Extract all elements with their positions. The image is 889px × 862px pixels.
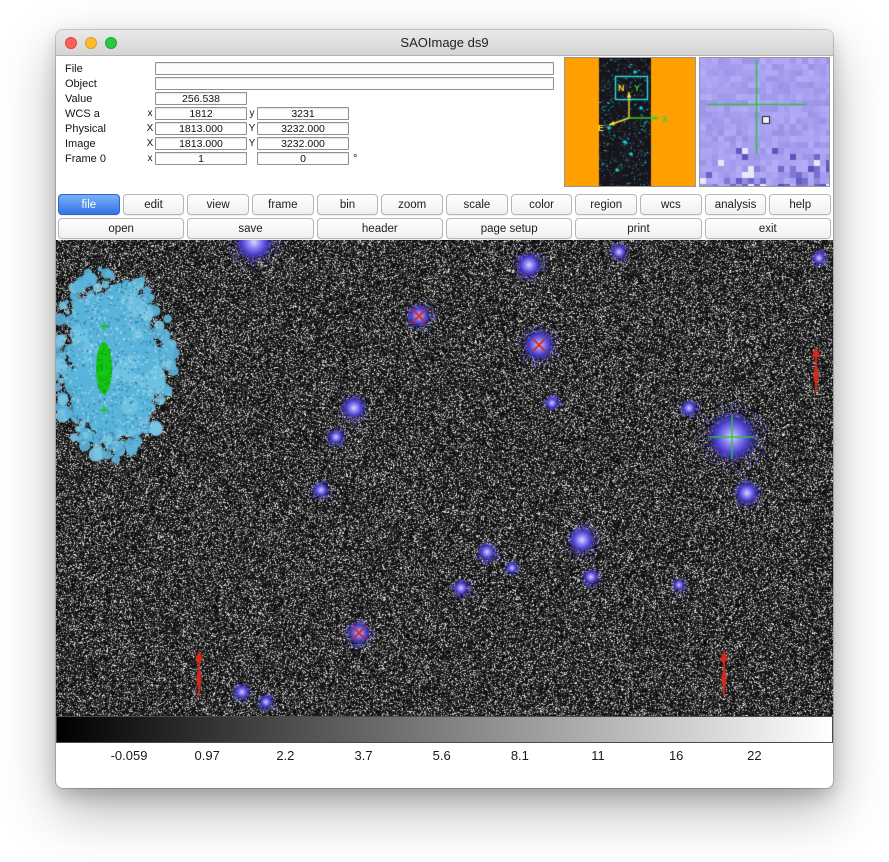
info-row: ImageX Y <box>65 136 554 151</box>
colorbar-tick-label: 2.2 <box>276 748 294 763</box>
colorbar-tick-label: 8.1 <box>511 748 529 763</box>
maximize-button[interactable] <box>105 37 117 49</box>
action-bar: opensaveheaderpage setupprintexit <box>56 216 833 240</box>
info-row: PhysicalX Y <box>65 121 554 136</box>
menu-wcs[interactable]: wcs <box>640 194 702 215</box>
menu-file[interactable]: file <box>58 194 120 215</box>
info-sublabel: Y <box>247 123 257 134</box>
info-field[interactable] <box>257 122 349 135</box>
menu-scale[interactable]: scale <box>446 194 508 215</box>
info-section: FileObjectValueWCS axyPhysicalXYImageXYF… <box>56 56 833 192</box>
menu-edit[interactable]: edit <box>123 194 185 215</box>
info-panel: FileObjectValueWCS axyPhysicalXYImageXYF… <box>65 61 554 166</box>
image-display[interactable] <box>56 240 833 716</box>
info-label: Value <box>65 93 145 105</box>
info-field[interactable] <box>155 62 554 75</box>
sky-canvas[interactable] <box>56 240 833 716</box>
colorbar-tick-label: 16 <box>669 748 683 763</box>
colorbar-scale: -0.059 0.97 2.2 3.7 5.6 8.1 11 16 22 <box>56 743 833 771</box>
action-save[interactable]: save <box>187 218 313 239</box>
menu-color[interactable]: color <box>511 194 573 215</box>
menu-bin[interactable]: bin <box>317 194 379 215</box>
action-exit[interactable]: exit <box>705 218 831 239</box>
info-sublabel: X <box>145 138 155 149</box>
info-row: Value <box>65 91 554 106</box>
panner-canvas[interactable] <box>565 58 695 186</box>
info-row: File <box>65 61 554 76</box>
menu-zoom[interactable]: zoom <box>381 194 443 215</box>
info-sublabel: X <box>145 123 155 134</box>
info-field[interactable] <box>155 137 247 150</box>
info-sublabel: x <box>145 153 155 164</box>
info-field[interactable] <box>155 107 247 120</box>
menu-region[interactable]: region <box>575 194 637 215</box>
info-field[interactable] <box>257 107 349 120</box>
info-sublabel: y <box>247 108 257 119</box>
colorbar-tick-label: -0.059 <box>111 748 148 763</box>
info-field[interactable] <box>155 92 247 105</box>
info-label: WCS a <box>65 108 145 120</box>
info-row: WCS ax y <box>65 106 554 121</box>
colorbar[interactable] <box>56 716 833 743</box>
menu-view[interactable]: view <box>187 194 249 215</box>
degree-symbol: ° <box>353 153 357 165</box>
window-title: SAOImage ds9 <box>400 35 488 50</box>
info-label: Image <box>65 138 145 150</box>
menu-help[interactable]: help <box>769 194 831 215</box>
magnifier-canvas <box>700 58 829 186</box>
menu-analysis[interactable]: analysis <box>705 194 767 215</box>
action-header[interactable]: header <box>317 218 443 239</box>
info-row: Frame 0x ° <box>65 151 554 166</box>
info-field[interactable] <box>257 152 349 165</box>
info-field[interactable] <box>155 152 247 165</box>
traffic-lights <box>65 37 117 49</box>
menu-frame[interactable]: frame <box>252 194 314 215</box>
colorbar-tick-label: 5.6 <box>433 748 451 763</box>
info-row: Object <box>65 76 554 91</box>
colorbar-tick-label: 11 <box>591 748 605 763</box>
minimize-button[interactable] <box>85 37 97 49</box>
info-field[interactable] <box>257 137 349 150</box>
info-label: Physical <box>65 123 145 135</box>
action-open[interactable]: open <box>58 218 184 239</box>
info-sublabel: Y <box>247 138 257 149</box>
menu-bar: fileeditviewframebinzoomscalecolorregion… <box>56 192 833 216</box>
colorbar-tick-label: 3.7 <box>354 748 372 763</box>
info-label: Frame 0 <box>65 153 145 165</box>
info-sublabel: x <box>145 108 155 119</box>
colorbar-tick-label: 22 <box>747 748 761 763</box>
info-field[interactable] <box>155 77 554 90</box>
action-print[interactable]: print <box>575 218 701 239</box>
magnifier <box>699 57 830 187</box>
close-button[interactable] <box>65 37 77 49</box>
ds9-window: SAOImage ds9 FileObjectValueWCS axyPhysi… <box>56 30 833 788</box>
info-label: Object <box>65 78 145 90</box>
panner[interactable] <box>564 57 696 187</box>
action-page-setup[interactable]: page setup <box>446 218 572 239</box>
info-field[interactable] <box>155 122 247 135</box>
colorbar-tick-label: 0.97 <box>195 748 220 763</box>
title-bar[interactable]: SAOImage ds9 <box>56 30 833 56</box>
info-label: File <box>65 63 145 75</box>
